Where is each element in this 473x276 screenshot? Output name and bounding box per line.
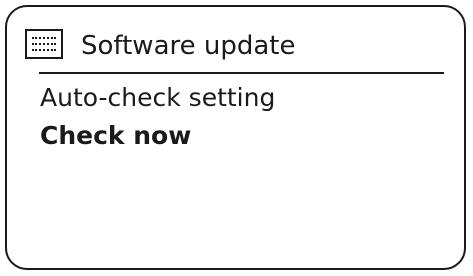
- header-divider: [39, 27, 444, 74]
- menu-list: Auto-check setting Check now: [40, 79, 275, 155]
- device-screen: Software update Auto-check setting Check…: [5, 5, 466, 270]
- menu-item-check-now[interactable]: Check now: [40, 117, 275, 155]
- menu-item-auto-check-setting[interactable]: Auto-check setting: [40, 79, 275, 117]
